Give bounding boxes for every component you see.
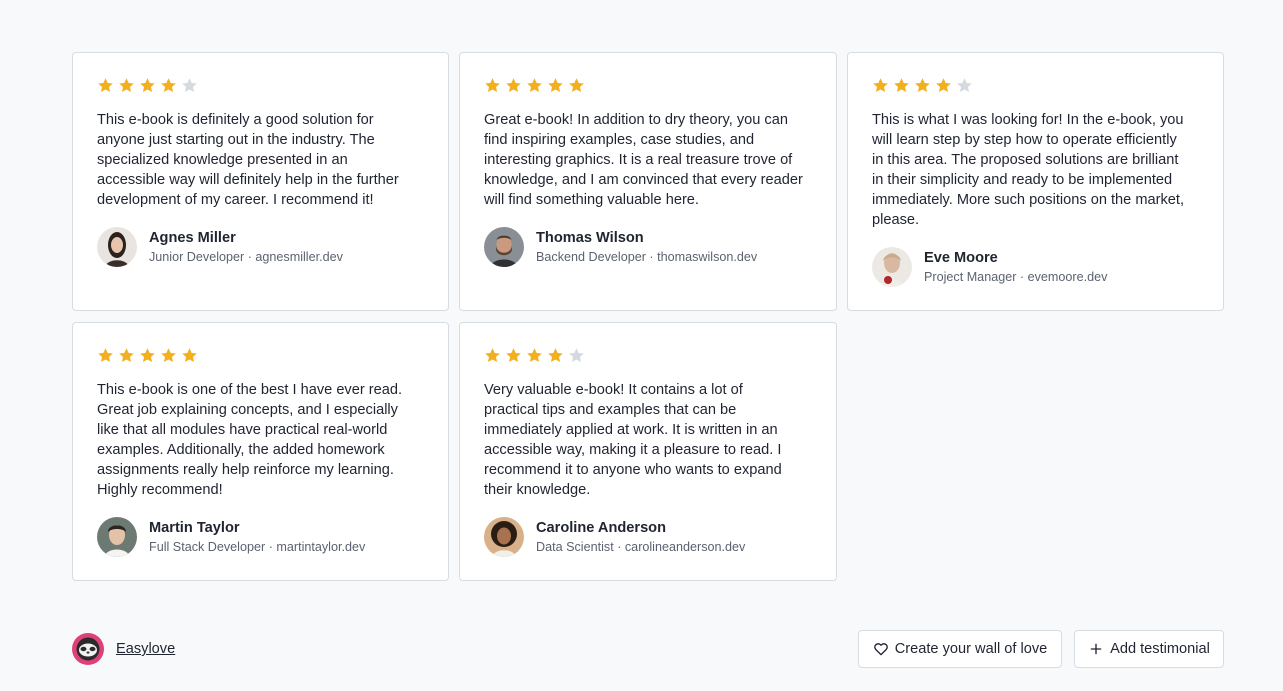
- star-filled-icon: [915, 78, 930, 93]
- testimonial-wall-page: This e-book is definitely a good solutio…: [0, 0, 1283, 691]
- star-filled-icon: [527, 78, 542, 93]
- star-filled-icon: [98, 348, 113, 363]
- avatar: [484, 227, 524, 267]
- testimonial-card: Very valuable e-book! It contains a lot …: [459, 322, 837, 581]
- star-filled-icon: [506, 78, 521, 93]
- author-name: Eve Moore: [924, 250, 998, 266]
- star-filled-icon: [161, 348, 176, 363]
- star-filled-icon: [527, 348, 542, 363]
- author-info: Thomas Wilson Backend Developer · thomas…: [484, 227, 812, 267]
- footer-brand: Easylove: [72, 633, 175, 665]
- author-role: Project Manager · evemoore.dev: [924, 270, 1108, 284]
- star-filled-icon: [161, 78, 176, 93]
- testimonial-text: This e-book is one of the best I have ev…: [97, 382, 403, 498]
- avatar: [97, 227, 137, 267]
- author-info: Agnes Miller Junior Developer · agnesmil…: [97, 227, 424, 267]
- star-filled-icon: [485, 348, 500, 363]
- star-rating: [872, 77, 1199, 95]
- star-rating: [484, 347, 812, 365]
- star-filled-icon: [140, 78, 155, 93]
- author-name: Agnes Miller: [149, 230, 236, 246]
- testimonial-text: Very valuable e-book! It contains a lot …: [484, 382, 782, 498]
- star-empty-icon: [182, 78, 197, 93]
- testimonial-card: This e-book is definitely a good solutio…: [72, 52, 449, 311]
- star-rating: [97, 77, 424, 95]
- star-empty-icon: [569, 348, 584, 363]
- star-filled-icon: [485, 78, 500, 93]
- avatar: [97, 517, 137, 557]
- testimonial-grid: This e-book is definitely a good solutio…: [72, 52, 1224, 581]
- star-filled-icon: [548, 348, 563, 363]
- star-filled-icon: [506, 348, 521, 363]
- star-filled-icon: [98, 78, 113, 93]
- plus-icon: [1090, 643, 1102, 655]
- star-rating: [484, 77, 812, 95]
- author-info: Eve Moore Project Manager · evemoore.dev: [872, 247, 1199, 287]
- star-filled-icon: [894, 78, 909, 93]
- author-role: Backend Developer · thomaswilson.dev: [536, 250, 758, 264]
- star-filled-icon: [873, 78, 888, 93]
- star-empty-icon: [957, 78, 972, 93]
- author-name: Caroline Anderson: [536, 520, 667, 536]
- sloth-logo-icon: [72, 633, 104, 665]
- avatar: [872, 247, 912, 287]
- create-wall-label: Create your wall of love: [894, 641, 1048, 657]
- create-wall-of-love-button[interactable]: Create your wall of love: [858, 630, 1062, 668]
- add-testimonial-label: Add testimonial: [1110, 641, 1210, 657]
- author-name: Martin Taylor: [149, 520, 240, 536]
- star-filled-icon: [182, 348, 197, 363]
- testimonial-card: Great e-book! In addition to dry theory,…: [459, 52, 837, 311]
- avatar: [484, 517, 524, 557]
- star-filled-icon: [119, 348, 134, 363]
- star-filled-icon: [936, 78, 951, 93]
- author-role: Data Scientist · carolineanderson.dev: [536, 540, 746, 554]
- brand-link[interactable]: Easylove: [116, 641, 175, 657]
- testimonial-text: Great e-book! In addition to dry theory,…: [484, 112, 803, 208]
- star-filled-icon: [548, 78, 563, 93]
- add-testimonial-button[interactable]: Add testimonial: [1074, 630, 1224, 668]
- star-filled-icon: [569, 78, 584, 93]
- testimonial-text: This is what I was looking for! In the e…: [872, 112, 1185, 228]
- author-info: Martin Taylor Full Stack Developer · mar…: [97, 517, 424, 557]
- author-role: Full Stack Developer · martintaylor.dev: [149, 540, 366, 554]
- author-role: Junior Developer · agnesmiller.dev: [149, 250, 343, 264]
- star-filled-icon: [140, 348, 155, 363]
- testimonial-text: This e-book is definitely a good solutio…: [97, 112, 399, 208]
- star-filled-icon: [119, 78, 134, 93]
- testimonial-card: This e-book is one of the best I have ev…: [72, 322, 449, 581]
- heart-outline-icon: [873, 643, 888, 656]
- author-name: Thomas Wilson: [536, 230, 644, 246]
- author-info: Caroline Anderson Data Scientist · carol…: [484, 517, 812, 557]
- testimonial-card: This is what I was looking for! In the e…: [847, 52, 1224, 311]
- star-rating: [97, 347, 424, 365]
